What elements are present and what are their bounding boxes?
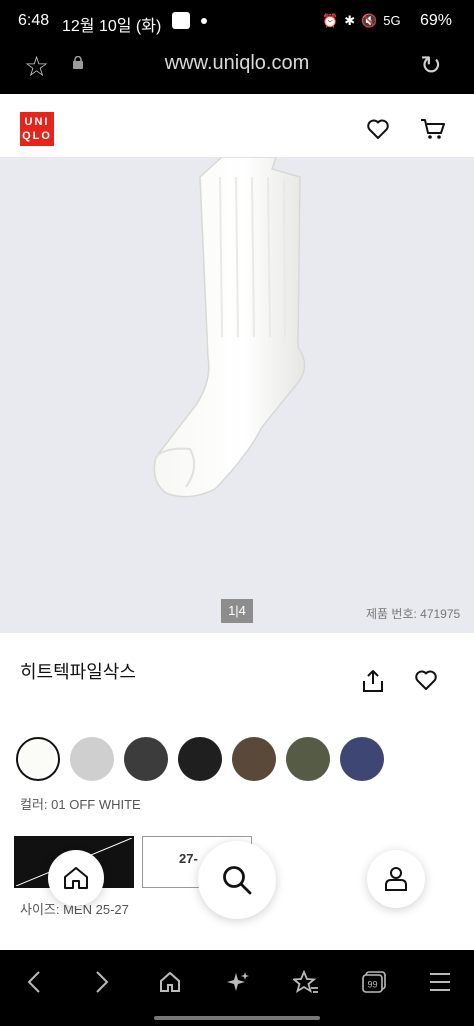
home-icon [160, 971, 180, 992]
back-button[interactable] [14, 962, 54, 1002]
product-image-gallery[interactable]: 1|4 제품 번호: 471975 [0, 156, 474, 633]
color-swatch[interactable] [286, 737, 330, 781]
color-swatch[interactable] [124, 737, 168, 781]
browser-bottom-nav: 99 [0, 950, 474, 1026]
color-label: 컬러: 01 OFF WHITE [20, 797, 141, 812]
reload-icon[interactable]: ↻ [420, 50, 442, 81]
network-icon: 5G [383, 13, 401, 28]
search-fab-button[interactable] [198, 841, 276, 919]
color-swatch[interactable] [232, 737, 276, 781]
home-icon [64, 867, 88, 889]
browser-url-bar: ☆ www.uniqlo.com ↻ [0, 42, 474, 94]
color-swatches [16, 737, 384, 781]
tabs-button[interactable]: 99 [354, 962, 394, 1002]
web-content: UNI QLO 1|4 제품 번호: 471975 히트텍파일삭스 컬러: 01… [0, 94, 474, 950]
status-time: 6:48 [18, 12, 50, 29]
sock-image [153, 156, 306, 498]
forward-button[interactable] [82, 962, 122, 1002]
chevron-left-icon [27, 971, 40, 993]
search-icon [223, 866, 252, 895]
star-list-icon [293, 970, 318, 993]
status-date: 12월 10일 (화) [62, 18, 162, 35]
wishlist-heart-icon[interactable] [366, 118, 390, 140]
product-wishlist-heart-icon[interactable] [414, 669, 438, 691]
size-option-label: 27- [179, 851, 198, 866]
site-header: UNI QLO [0, 94, 474, 157]
sparkle-icon [227, 972, 249, 991]
product-title: 히트텍파일삭스 [20, 662, 136, 682]
cart-icon[interactable] [420, 118, 446, 140]
bluetooth-icon: ✱ [344, 13, 356, 28]
svg-text:99: 99 [367, 980, 377, 990]
color-swatch[interactable] [178, 737, 222, 781]
image-counter: 1|4 [221, 599, 253, 623]
menu-button[interactable] [420, 962, 460, 1002]
browser-home-button[interactable] [150, 962, 190, 1002]
hamburger-menu-icon [430, 973, 450, 991]
battery-level: 69% [420, 12, 453, 29]
product-number: 제품 번호: 471975 [366, 607, 461, 621]
user-icon [385, 867, 407, 891]
chevron-right-icon [96, 971, 109, 993]
status-bar: 6:48 12월 10일 (화) ⏰ ✱ 🔇 5G 69% [0, 0, 474, 42]
system-icons: ⏰ ✱ 🔇 5G [322, 13, 401, 29]
color-swatch[interactable] [340, 737, 384, 781]
more-notifications-dot-icon [201, 18, 207, 24]
ai-sparkle-button[interactable] [218, 962, 258, 1002]
color-swatch[interactable] [16, 737, 60, 781]
alarm-icon: ⏰ [322, 13, 339, 28]
share-icon[interactable] [362, 669, 384, 693]
shopping-notification-icon [172, 12, 190, 29]
home-fab-button[interactable] [48, 850, 104, 906]
gesture-bar[interactable] [154, 1016, 320, 1020]
mute-icon: 🔇 [361, 13, 378, 28]
color-swatch[interactable] [70, 737, 114, 781]
bookmarks-button[interactable] [286, 962, 326, 1002]
account-fab-button[interactable] [367, 850, 425, 908]
url-text[interactable]: www.uniqlo.com [0, 52, 474, 75]
uniqlo-logo[interactable]: UNI QLO [20, 112, 54, 146]
tabs-icon: 99 [362, 971, 386, 993]
